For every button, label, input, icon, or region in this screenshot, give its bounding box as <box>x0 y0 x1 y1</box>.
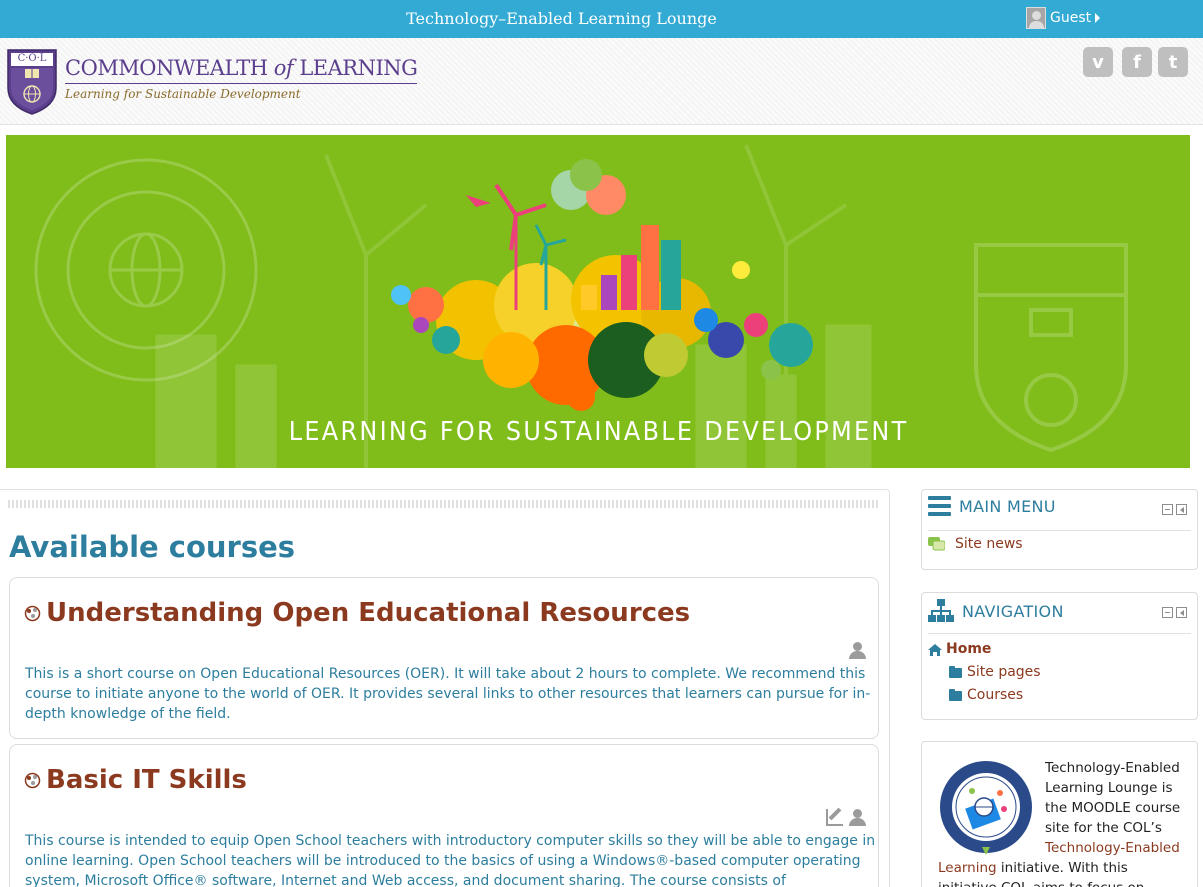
news-icon <box>928 537 945 551</box>
hero-banner: LEARNING FOR SUSTAINABLE DEVELOPMENT <box>6 135 1190 468</box>
page-header: C·O·L COMMONWEALTH of LEARNING Learning … <box>0 38 1203 125</box>
site-news-link[interactable]: Site news <box>955 536 1023 552</box>
course-card: Basic IT Skills This course is intended … <box>9 744 879 887</box>
logo-text: COMMONWEALTH of LEARNING Learning for Su… <box>65 56 418 101</box>
block-divider <box>928 530 1191 531</box>
logo-name-part1: COMMONWEALTH <box>65 56 268 80</box>
course-card: Understanding Open Educational Resources… <box>9 577 879 739</box>
teacher-icon[interactable] <box>849 642 866 659</box>
logo-name-of: of <box>273 56 294 80</box>
course-title[interactable]: Basic IT Skills <box>46 765 247 795</box>
login-label[interactable]: Guest <box>1050 10 1091 26</box>
site-title[interactable]: Technology–Enabled Learning Lounge <box>0 9 1123 28</box>
folder-icon <box>949 689 962 701</box>
course-title[interactable]: Understanding Open Educational Resources <box>46 598 690 628</box>
about-block: Technology-Enabled Learning Lounge is th… <box>921 741 1198 887</box>
nav-courses-link[interactable]: Courses <box>967 687 1023 703</box>
edit-icon[interactable] <box>826 809 843 826</box>
about-text-intro: Technology-Enabled Learning Lounge is th… <box>1045 760 1181 836</box>
minimize-icon[interactable] <box>1162 504 1173 515</box>
logo-name-part2: LEARNING <box>299 56 418 80</box>
shield-text: C·O·L <box>17 53 47 64</box>
home-icon <box>928 644 942 656</box>
nav-home-link[interactable]: Home <box>946 641 991 657</box>
block-divider <box>928 633 1191 634</box>
vimeo-icon[interactable]: v <box>1083 47 1113 77</box>
block-title: MAIN MENU <box>959 496 1056 516</box>
folder-icon <box>949 666 962 678</box>
block-controls <box>1162 504 1187 515</box>
banner-caption: LEARNING FOR SUSTAINABLE DEVELOPMENT <box>288 417 909 447</box>
main-region: Available courses Understanding Open Edu… <box>0 489 890 887</box>
page-title: Available courses <box>9 530 296 564</box>
user-avatar-icon <box>1026 7 1046 29</box>
dock-icon[interactable] <box>1176 504 1187 515</box>
about-text-bottom: Technology-Enabled Learning initiative. … <box>938 838 1190 887</box>
menu-icon <box>928 496 951 516</box>
course-description: This course is intended to equip Open Sc… <box>25 833 876 887</box>
caret-right-icon <box>1095 13 1101 23</box>
course-icons <box>849 642 866 659</box>
dotted-divider <box>8 500 880 508</box>
navigation-block: NAVIGATION Home Site pages Courses <box>921 592 1198 720</box>
dock-icon[interactable] <box>1176 607 1187 618</box>
login-menu[interactable]: Guest <box>1026 7 1101 29</box>
course-icons <box>826 809 866 826</box>
sitemap-icon <box>928 599 954 622</box>
course-icon <box>24 772 41 789</box>
top-bar: Technology–Enabled Learning Lounge Guest <box>0 0 1203 38</box>
block-header: NAVIGATION <box>928 599 1064 623</box>
course-icon <box>24 605 41 622</box>
nav-site-pages-link[interactable]: Site pages <box>967 664 1041 680</box>
minimize-icon[interactable] <box>1162 607 1173 618</box>
block-header: MAIN MENU <box>928 496 1056 516</box>
social-links: v f t <box>1083 47 1188 77</box>
twitter-icon[interactable]: t <box>1158 47 1188 77</box>
facebook-icon[interactable]: f <box>1122 47 1152 77</box>
teacher-icon[interactable] <box>849 809 866 826</box>
col-logo[interactable]: C·O·L COMMONWEALTH of LEARNING Learning … <box>6 48 418 116</box>
logo-name: COMMONWEALTH of LEARNING <box>65 56 418 84</box>
about-text-side: Technology-Enabled Learning Lounge is th… <box>1045 758 1190 838</box>
course-description: This is a short course on Open Education… <box>25 666 871 722</box>
block-controls <box>1162 607 1187 618</box>
block-title: NAVIGATION <box>962 601 1064 621</box>
main-menu-block: MAIN MENU Site news <box>921 489 1198 570</box>
col-shield-icon: C·O·L <box>6 48 58 116</box>
logo-tagline: Learning for Sustainable Development <box>65 87 301 101</box>
